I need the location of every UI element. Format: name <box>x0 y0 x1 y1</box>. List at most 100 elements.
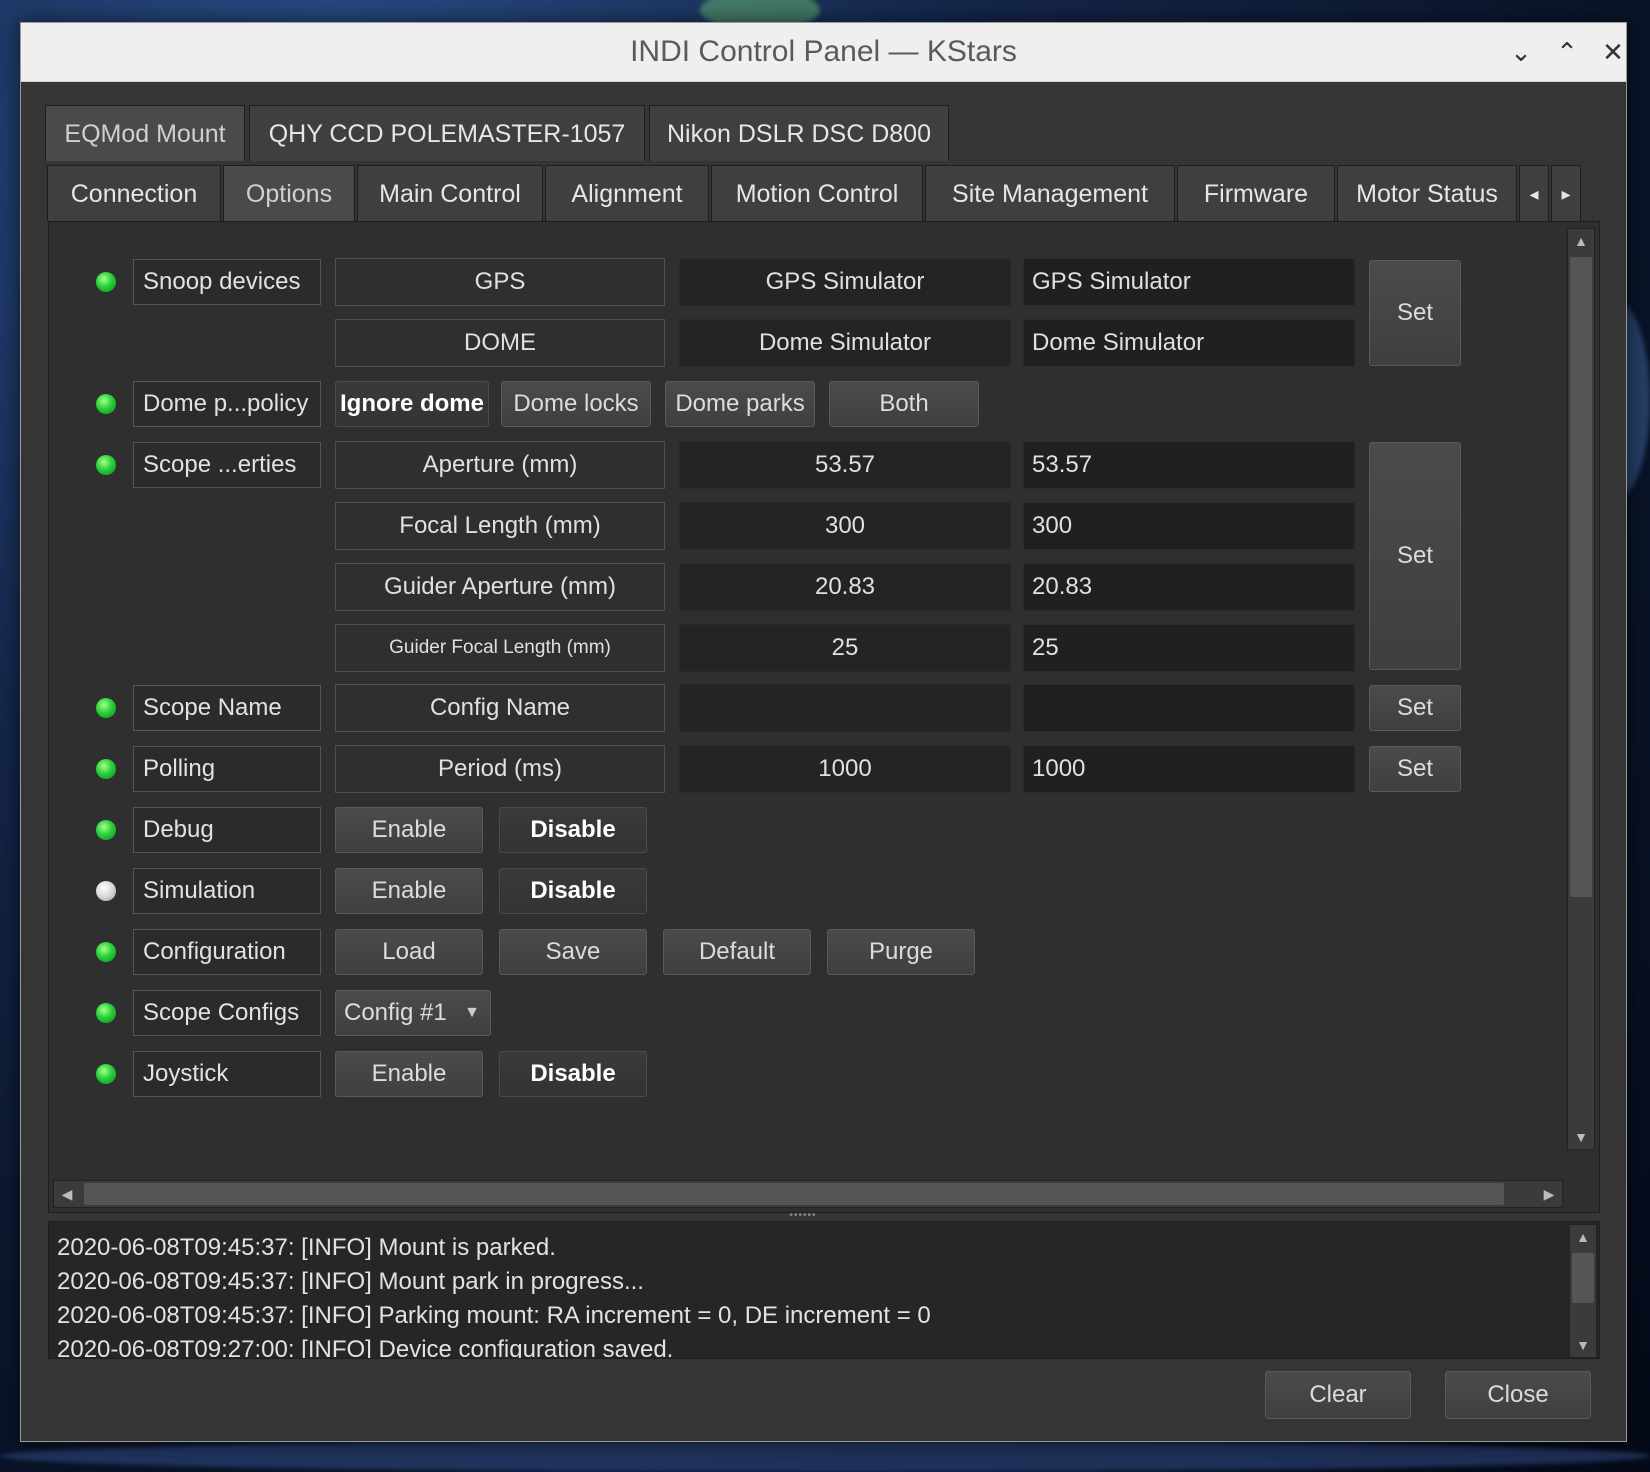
simulation-state-led <box>96 881 116 901</box>
debug-state-led <box>96 820 116 840</box>
debug-disable-button[interactable]: Disable <box>499 807 647 853</box>
guider-aperture-current: 20.83 <box>679 563 1011 611</box>
close-button[interactable]: Close <box>1445 1371 1591 1419</box>
guider-focal-length-current: 25 <box>679 624 1011 672</box>
dome-locks-button[interactable]: Dome locks <box>501 381 651 427</box>
chevron-down-icon: ▼ <box>464 1004 480 1021</box>
log-line: 2020-06-08T09:27:00: [INFO] Device confi… <box>57 1336 674 1359</box>
guider-focal-length-name: Guider Focal Length (mm) <box>335 624 665 672</box>
window-title: INDI Control Panel — KStars <box>630 35 1017 68</box>
snoop-devices-label: Snoop devices <box>133 259 321 305</box>
dome-policy-state-led <box>96 394 116 414</box>
guider-aperture-input[interactable]: 20.83 <box>1023 563 1355 611</box>
dome-both-button[interactable]: Both <box>829 381 979 427</box>
config-name-name: Config Name <box>335 684 665 732</box>
scope-name-label: Scope Name <box>133 685 321 731</box>
tab-motion-control[interactable]: Motion Control <box>711 165 923 221</box>
joystick-label: Joystick <box>133 1051 321 1097</box>
message-log[interactable]: 2020-06-08T09:45:37: [INFO] Mount is par… <box>48 1221 1600 1359</box>
scope-properties-set-button[interactable]: Set <box>1369 442 1461 670</box>
options-vertical-scrollbar[interactable]: ▲ ▼ <box>1567 228 1595 1150</box>
tab-eqmod-mount[interactable]: EQMod Mount <box>45 105 245 161</box>
debug-enable-button[interactable]: Enable <box>335 807 483 853</box>
tab-connection[interactable]: Connection <box>47 165 221 221</box>
scope-properties-label: Scope ...erties <box>133 442 321 488</box>
scope-name-state-led <box>96 698 116 718</box>
aperture-current: 53.57 <box>679 441 1011 489</box>
minimize-icon[interactable]: ⌄ <box>1501 33 1541 71</box>
scope-properties-state-led <box>96 455 116 475</box>
snoop-set-button[interactable]: Set <box>1369 260 1461 366</box>
aperture-name: Aperture (mm) <box>335 441 665 489</box>
scope-configs-label: Scope Configs <box>133 990 321 1036</box>
simulation-enable-button[interactable]: Enable <box>335 868 483 914</box>
snoop-gps-input[interactable]: GPS Simulator <box>1023 258 1355 306</box>
config-name-input[interactable] <box>1023 684 1355 732</box>
dome-parks-button[interactable]: Dome parks <box>665 381 815 427</box>
log-scroll-down-icon[interactable]: ▼ <box>1570 1333 1596 1357</box>
joystick-state-led <box>96 1064 116 1084</box>
close-window-icon[interactable]: ✕ <box>1593 33 1633 71</box>
options-panel: Snoop devices GPS GPS Simulator GPS Simu… <box>48 221 1600 1213</box>
focal-length-current: 300 <box>679 502 1011 550</box>
configuration-state-led <box>96 942 116 962</box>
log-vertical-scrollbar[interactable]: ▲ ▼ <box>1569 1224 1597 1358</box>
snoop-dome-input[interactable]: Dome Simulator <box>1023 319 1355 367</box>
scope-configs-dropdown[interactable]: Config #1 ▼ <box>335 990 491 1036</box>
log-line: 2020-06-08T09:45:37: [INFO] Mount park i… <box>57 1268 644 1295</box>
indi-control-panel-window: INDI Control Panel — KStars ⌄ ⌃ ✕ EQMod … <box>20 22 1627 1442</box>
tab-main-control[interactable]: Main Control <box>357 165 543 221</box>
joystick-enable-button[interactable]: Enable <box>335 1051 483 1097</box>
vertical-scroll-thumb[interactable] <box>1570 257 1592 897</box>
aperture-input[interactable]: 53.57 <box>1023 441 1355 489</box>
scope-configs-state-led <box>96 1003 116 1023</box>
joystick-disable-button[interactable]: Disable <box>499 1051 647 1097</box>
scroll-up-icon[interactable]: ▲ <box>1568 229 1594 253</box>
tab-motor-status[interactable]: Motor Status <box>1337 165 1517 221</box>
log-scroll-up-icon[interactable]: ▲ <box>1570 1225 1596 1249</box>
config-purge-button[interactable]: Purge <box>827 929 975 975</box>
tab-options[interactable]: Options <box>223 165 355 221</box>
simulation-label: Simulation <box>133 868 321 914</box>
config-name-current <box>679 684 1011 732</box>
focal-length-input[interactable]: 300 <box>1023 502 1355 550</box>
polling-label: Polling <box>133 746 321 792</box>
tab-site-management[interactable]: Site Management <box>925 165 1175 221</box>
tab-scroll-right-icon[interactable]: ▸ <box>1551 165 1581 221</box>
scroll-right-icon[interactable]: ▶ <box>1536 1181 1562 1207</box>
title-bar[interactable]: INDI Control Panel — KStars ⌄ ⌃ ✕ <box>21 23 1626 82</box>
scroll-down-icon[interactable]: ▼ <box>1568 1125 1594 1149</box>
snoop-dome-current: Dome Simulator <box>679 319 1011 367</box>
period-name: Period (ms) <box>335 745 665 793</box>
options-horizontal-scrollbar[interactable]: ◀ ▶ <box>53 1180 1563 1208</box>
polling-set-button[interactable]: Set <box>1369 746 1461 792</box>
snoop-gps-name: GPS <box>335 258 665 306</box>
config-save-button[interactable]: Save <box>499 929 647 975</box>
configuration-label: Configuration <box>133 929 321 975</box>
tab-scroll-left-icon[interactable]: ◂ <box>1519 165 1549 221</box>
log-line: 2020-06-08T09:45:37: [INFO] Parking moun… <box>57 1302 931 1329</box>
maximize-icon[interactable]: ⌃ <box>1547 33 1587 71</box>
polling-state-led <box>96 759 116 779</box>
tab-qhy-ccd[interactable]: QHY CCD POLEMASTER-1057 <box>249 105 645 161</box>
clear-button[interactable]: Clear <box>1265 1371 1411 1419</box>
splitter-handle[interactable]: •••••• <box>786 1211 820 1221</box>
focal-length-name: Focal Length (mm) <box>335 502 665 550</box>
guider-aperture-name: Guider Aperture (mm) <box>335 563 665 611</box>
horizontal-scroll-thumb[interactable] <box>84 1183 1504 1205</box>
tab-nikon-dslr[interactable]: Nikon DSLR DSC D800 <box>649 105 949 161</box>
simulation-disable-button[interactable]: Disable <box>499 868 647 914</box>
period-current: 1000 <box>679 745 1011 793</box>
scroll-left-icon[interactable]: ◀ <box>54 1181 80 1207</box>
tab-firmware[interactable]: Firmware <box>1177 165 1335 221</box>
log-scroll-thumb[interactable] <box>1572 1253 1594 1303</box>
tab-alignment[interactable]: Alignment <box>545 165 709 221</box>
snoop-dome-name: DOME <box>335 319 665 367</box>
config-default-button[interactable]: Default <box>663 929 811 975</box>
scope-name-set-button[interactable]: Set <box>1369 685 1461 731</box>
ignore-dome-button[interactable]: Ignore dome <box>335 381 489 427</box>
guider-focal-length-input[interactable]: 25 <box>1023 624 1355 672</box>
config-load-button[interactable]: Load <box>335 929 483 975</box>
period-input[interactable]: 1000 <box>1023 745 1355 793</box>
snoop-gps-current: GPS Simulator <box>679 258 1011 306</box>
